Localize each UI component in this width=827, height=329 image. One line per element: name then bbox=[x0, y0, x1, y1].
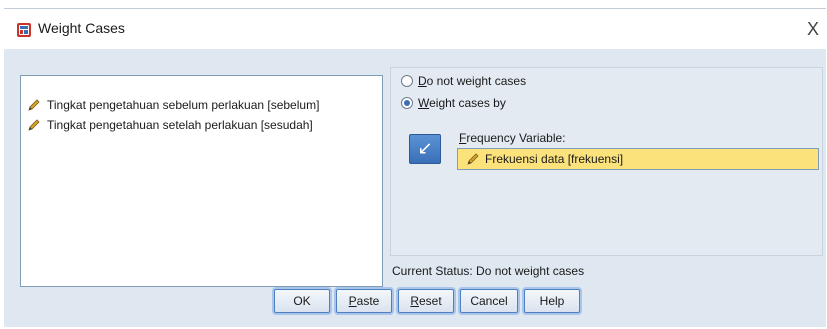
move-variable-button[interactable]: ↙ bbox=[409, 134, 441, 164]
paste-button[interactable]: Paste bbox=[336, 289, 392, 313]
ok-button[interactable]: OK bbox=[274, 289, 330, 313]
title-bar: Weight Cases X bbox=[4, 9, 826, 49]
close-icon: X bbox=[806, 19, 819, 39]
list-item[interactable]: Tingkat pengetahuan setelah perlakuan [s… bbox=[27, 116, 313, 134]
pencil-icon bbox=[28, 119, 40, 131]
button-row: OK Paste Reset Cancel Help bbox=[4, 289, 826, 313]
list-item[interactable]: Tingkat pengetahuan sebelum perlakuan [s… bbox=[27, 96, 319, 114]
arrow-icon: ↙ bbox=[417, 138, 433, 158]
window-title: Weight Cases bbox=[38, 20, 125, 36]
cancel-button[interactable]: Cancel bbox=[460, 289, 518, 313]
frequency-variable-label: Frequency Variable: bbox=[459, 131, 566, 145]
weight-cases-by-label: Weight cases by bbox=[418, 96, 506, 110]
pencil-icon bbox=[467, 153, 479, 165]
weight-cases-dialog: Weight Cases X Tingkat pengetahuan sebel… bbox=[4, 8, 826, 327]
variable-list[interactable]: Tingkat pengetahuan sebelum perlakuan [s… bbox=[20, 75, 383, 287]
variable-label: Tingkat pengetahuan sebelum perlakuan [s… bbox=[47, 98, 320, 112]
current-status: Current Status: Do not weight cases bbox=[392, 264, 585, 278]
weight-cases-by-radio[interactable] bbox=[401, 97, 413, 109]
reset-button[interactable]: Reset bbox=[398, 289, 454, 313]
do-not-weight-radio[interactable] bbox=[401, 75, 413, 87]
spss-app-icon bbox=[17, 23, 31, 37]
pencil-icon bbox=[28, 99, 40, 111]
do-not-weight-option[interactable]: Do not weight cases bbox=[401, 74, 526, 88]
frequency-variable-value: Frekuensi data [frekuensi] bbox=[485, 152, 624, 166]
close-button[interactable]: X bbox=[800, 15, 826, 43]
frequency-variable-field[interactable]: Frekuensi data [frekuensi] bbox=[457, 148, 819, 170]
weight-cases-by-option[interactable]: Weight cases by bbox=[401, 96, 506, 110]
weight-options-panel: Do not weight cases Weight cases by ↙ Fr… bbox=[390, 67, 823, 256]
variable-label: Tingkat pengetahuan setelah perlakuan [s… bbox=[47, 118, 313, 132]
do-not-weight-label: Do not weight cases bbox=[418, 74, 527, 88]
help-button[interactable]: Help bbox=[524, 289, 580, 313]
